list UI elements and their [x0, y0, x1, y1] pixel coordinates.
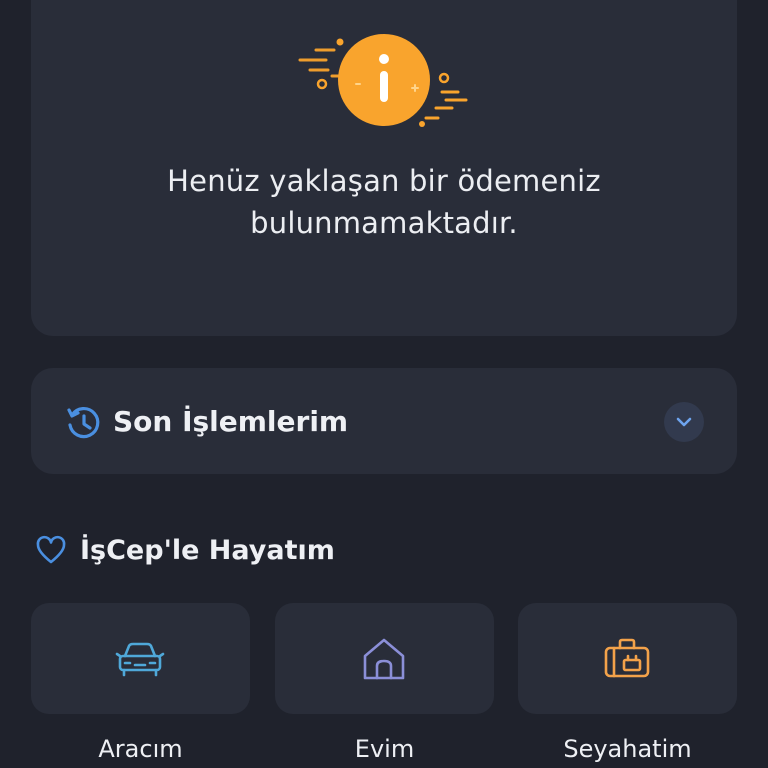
heart-icon: [36, 535, 66, 564]
chevron-down-icon: [676, 417, 692, 427]
tile-my-travel-label: Seyahatim: [563, 735, 692, 763]
empty-state-line-1: Henüz yaklaşan bir ödemeniz: [167, 164, 601, 198]
history-icon: [67, 407, 100, 439]
empty-state-line-2: bulunmamaktadır.: [250, 206, 518, 240]
expand-recent-button[interactable]: [664, 402, 704, 442]
empty-state-message: Henüz yaklaşan bir ödemeniz bulunmamakta…: [0, 160, 768, 244]
life-section-title: İşCep'le Hayatım: [80, 535, 335, 566]
luggage-icon: [604, 638, 650, 678]
tile-my-home-label: Evim: [354, 735, 415, 763]
info-illustration-icon: [298, 34, 468, 127]
car-icon: [115, 642, 165, 677]
tile-my-car-label: Aracım: [98, 735, 183, 763]
home-icon: [363, 638, 405, 680]
recent-transactions-title: Son İşlemlerim: [113, 405, 349, 438]
